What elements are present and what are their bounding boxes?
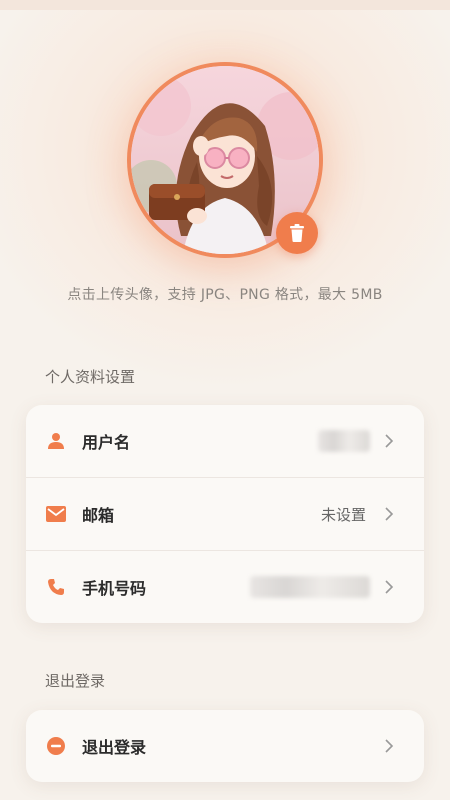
person-icon xyxy=(46,431,66,451)
logout-card: 退出登录 xyxy=(26,710,424,782)
username-value-redacted xyxy=(318,430,370,452)
email-value: 未设置 xyxy=(320,505,366,524)
section-title-profile: 个人资料设置 xyxy=(45,368,136,386)
logout-label: 退出登录 xyxy=(82,738,147,757)
phone-row[interactable]: 手机号码 xyxy=(26,550,424,623)
email-label: 邮箱 xyxy=(82,506,115,525)
status-bar xyxy=(0,0,450,10)
logout-row[interactable]: 退出登录 xyxy=(26,710,424,782)
upload-hint: 点击上传头像，支持 JPG、PNG 格式，最大 5MB xyxy=(67,287,383,303)
chevron-right-icon xyxy=(385,434,394,448)
chevron-right-icon xyxy=(385,580,394,594)
phone-label: 手机号码 xyxy=(82,579,147,598)
delete-avatar-button[interactable] xyxy=(276,212,318,254)
minus-circle-icon xyxy=(46,736,66,756)
phone-icon xyxy=(46,577,66,597)
chevron-right-icon xyxy=(385,739,394,753)
trash-icon xyxy=(290,224,304,242)
section-title-logout: 退出登录 xyxy=(45,672,106,690)
chevron-right-icon xyxy=(385,507,394,521)
username-label: 用户名 xyxy=(82,433,131,452)
mail-icon xyxy=(46,504,66,524)
username-row[interactable]: 用户名 xyxy=(26,405,424,477)
email-row[interactable]: 邮箱 未设置 xyxy=(26,477,424,550)
phone-value-redacted xyxy=(250,576,370,598)
profile-settings-card: 用户名 邮箱 未设置 手机号码 xyxy=(26,405,424,623)
